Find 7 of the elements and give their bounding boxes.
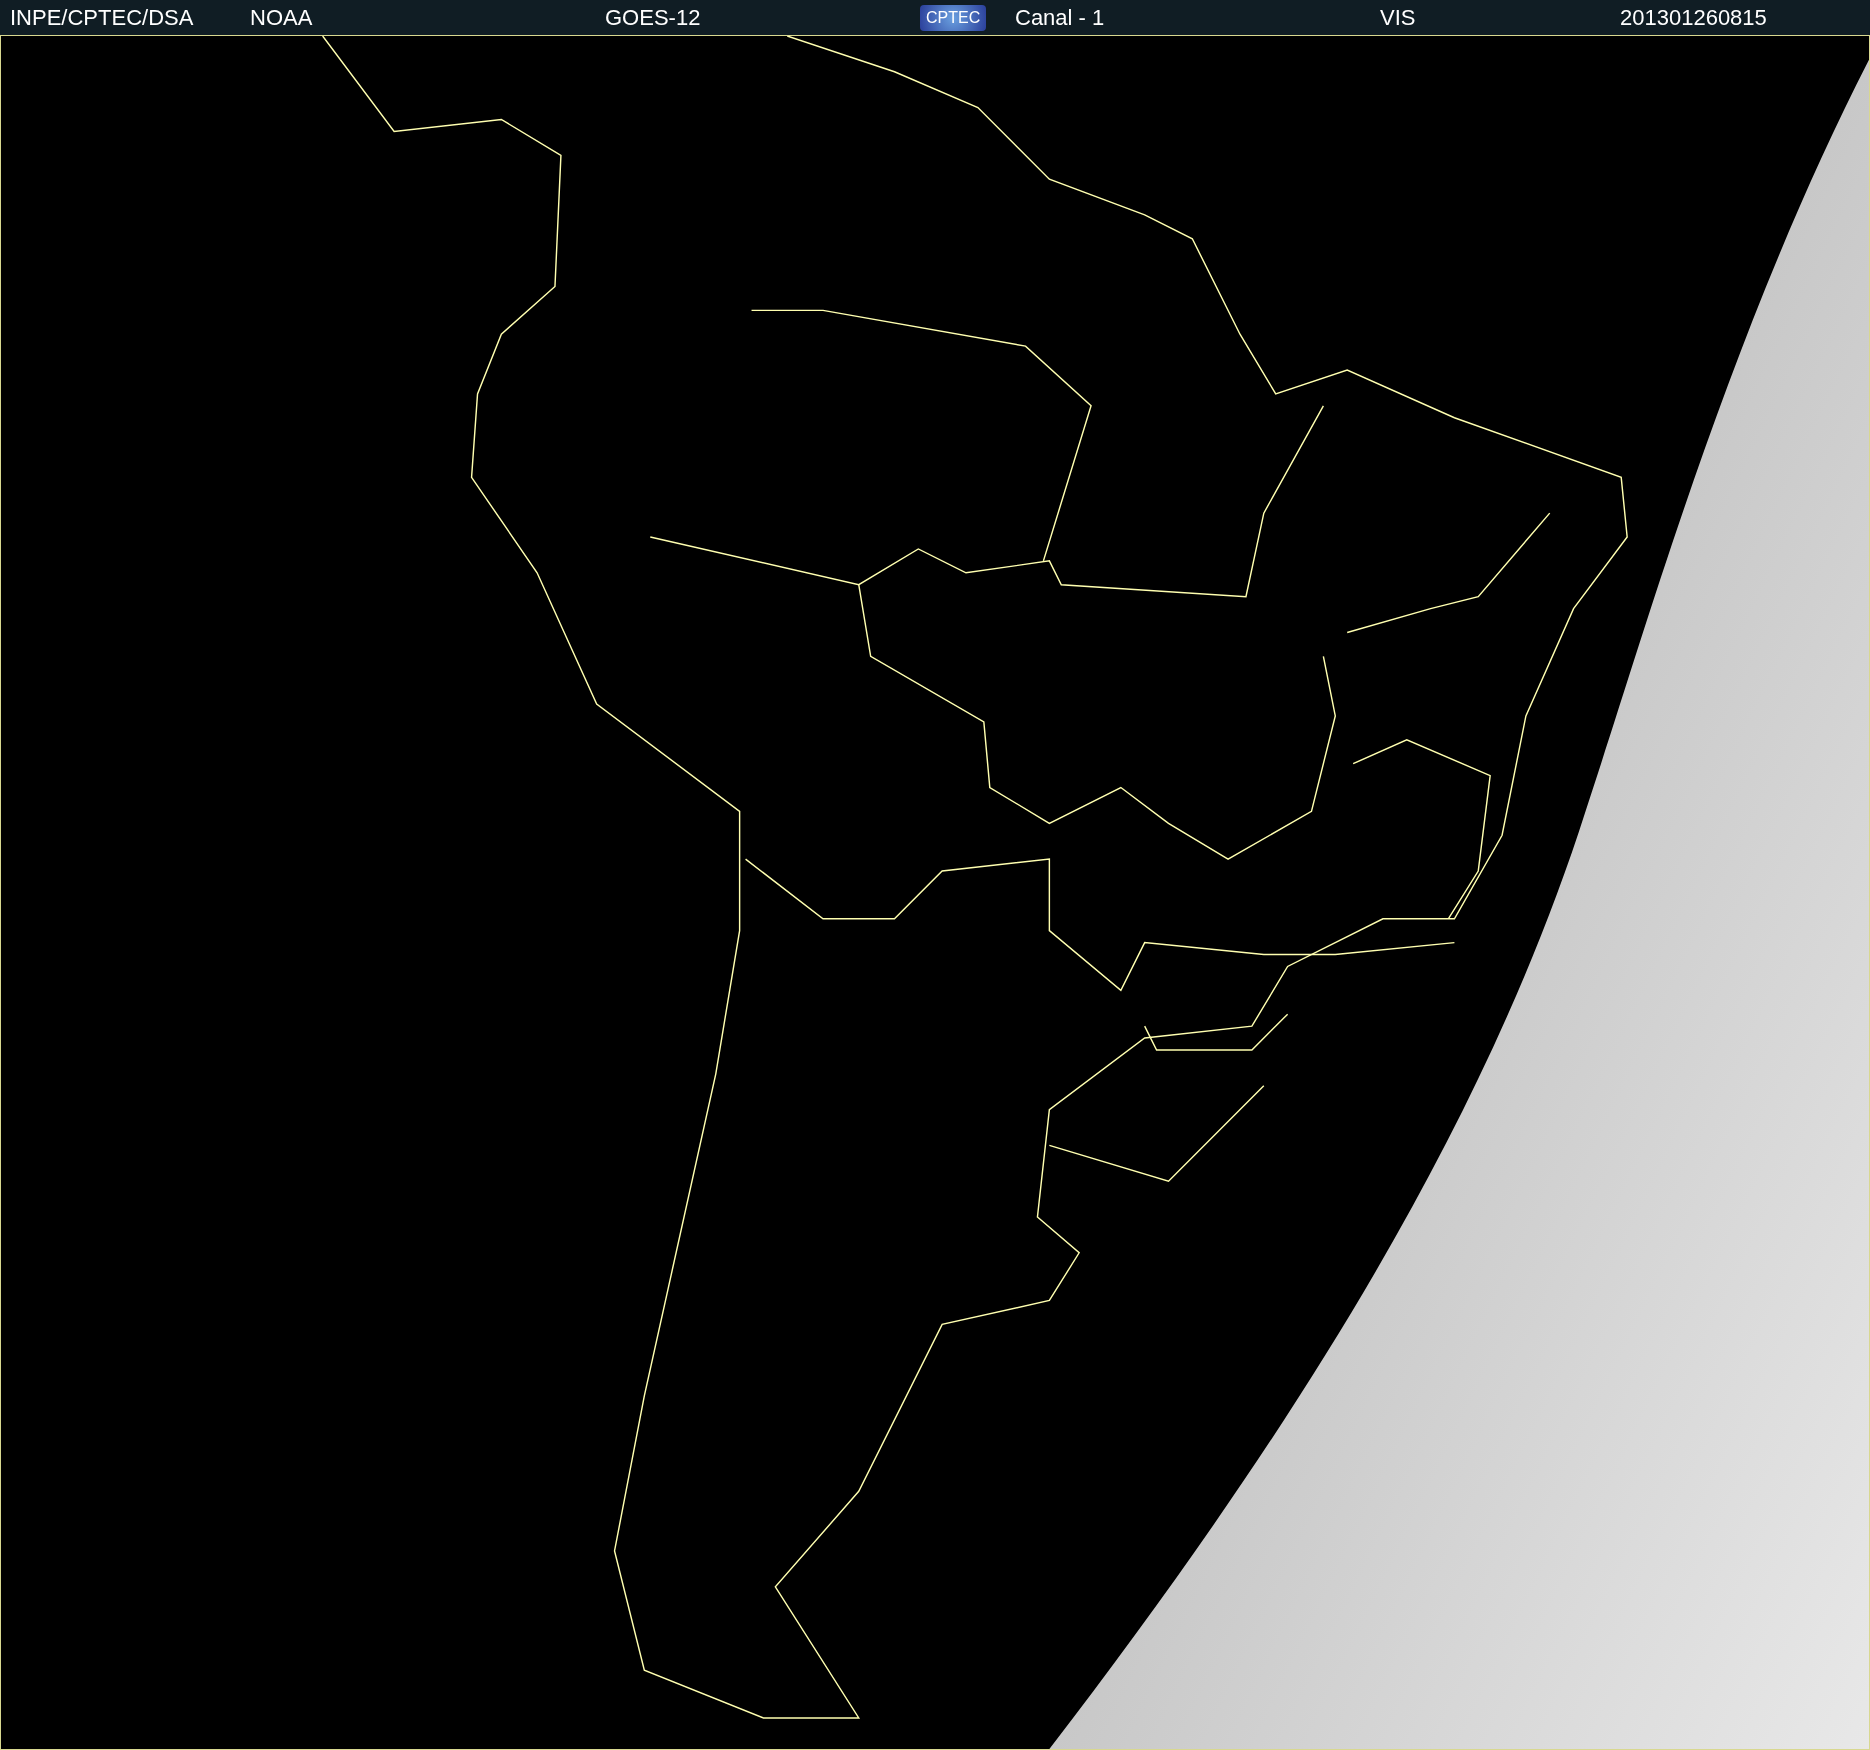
header-text: 201301260815 (1620, 4, 1767, 31)
header-text: NOAA (250, 4, 313, 31)
header-text: GOES-12 (605, 4, 701, 31)
header-text: Canal - 1 (1015, 4, 1105, 31)
logo: CPTEC (920, 4, 987, 31)
header-text: VIS (1380, 4, 1416, 31)
header-text: INPE/CPTEC/DSA (10, 4, 194, 31)
